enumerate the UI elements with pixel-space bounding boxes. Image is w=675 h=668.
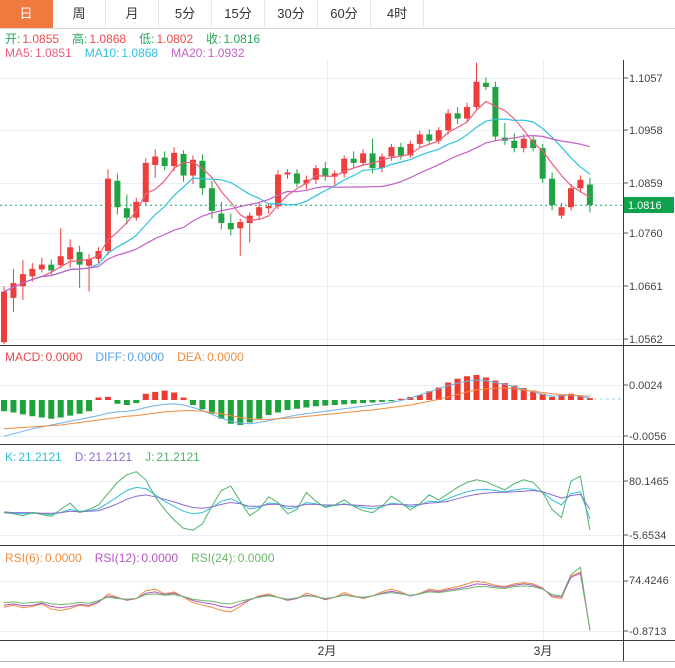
- rsi6-value: 0.0000: [45, 551, 82, 565]
- tab-15min[interactable]: 15分: [212, 0, 265, 28]
- chart-canvas[interactable]: 1.1057 1.0958 1.0859 1.0760 1.0661 1.056…: [0, 0, 675, 668]
- macd-readout: MACD:0.0000 DIFF:0.0000 DEA:0.0000: [5, 350, 246, 364]
- rsi24-value: 0.0000: [238, 551, 275, 565]
- main-y-tick-3: 1.0760: [629, 228, 663, 240]
- dea-label: DEA:: [177, 350, 205, 364]
- low-value: 1.0802: [156, 32, 193, 46]
- macd-y-tick-0: 0.0024: [629, 380, 663, 392]
- ma5-label: MA5:: [5, 46, 33, 60]
- tab-5min[interactable]: 5分: [159, 0, 212, 28]
- k-value: 21.2121: [18, 450, 61, 464]
- tab-week[interactable]: 周: [53, 0, 106, 28]
- main-y-tick-0: 1.1057: [629, 73, 663, 85]
- main-y-tick-5: 1.0562: [629, 334, 663, 346]
- k-label: K:: [5, 450, 16, 464]
- close-label: 收:: [206, 32, 221, 46]
- open-value: 1.0855: [22, 32, 59, 46]
- tab-4hour[interactable]: 4时: [371, 0, 424, 28]
- close-value: 1.0816: [223, 32, 260, 46]
- kdj-y-tick-1: -5.6534: [629, 530, 666, 542]
- tab-day[interactable]: 日: [0, 0, 53, 28]
- high-label: 高:: [72, 32, 87, 46]
- rsi-y-tick-0: 74.4246: [629, 575, 669, 587]
- rsi12-label: RSI(12):: [95, 551, 140, 565]
- timeframe-tabbar: 日 周 月 5分 15分 30分 60分 4时: [0, 0, 675, 29]
- ma10-label: MA10:: [85, 46, 120, 60]
- last-price-tag-text: 1.0816: [628, 200, 662, 212]
- d-value: 21.2121: [89, 450, 132, 464]
- ma5-value: 1.0851: [35, 46, 72, 60]
- dea-value: 0.0000: [207, 350, 244, 364]
- ma-readout: MA5:1.0851 MA10:1.0868 MA20:1.0932: [5, 46, 247, 60]
- rsi24-label: RSI(24):: [191, 551, 236, 565]
- kdj-y-tick-0: 80.1465: [629, 476, 669, 488]
- low-label: 低:: [139, 32, 154, 46]
- tab-month[interactable]: 月: [106, 0, 159, 28]
- rsi-readout: RSI(6):0.0000 RSI(12):0.0000 RSI(24):0.0…: [5, 551, 277, 565]
- d-label: D:: [75, 450, 87, 464]
- diff-value: 0.0000: [127, 350, 164, 364]
- macd-value: 0.0000: [46, 350, 83, 364]
- rsi12-value: 0.0000: [141, 551, 178, 565]
- ma10-value: 1.0868: [121, 46, 158, 60]
- kdj-readout: K:21.2121 D:21.2121 J:21.2121: [5, 450, 202, 464]
- x-axis-label-feb: 2月: [318, 644, 337, 658]
- main-y-tick-2: 1.0859: [629, 178, 663, 190]
- macd-label: MACD:: [5, 350, 44, 364]
- rsi6-label: RSI(6):: [5, 551, 43, 565]
- ohlc-readout: 开:1.0855 高:1.0868 低:1.0802 收:1.0816: [5, 32, 262, 46]
- high-value: 1.0868: [89, 32, 126, 46]
- main-y-tick-1: 1.0958: [629, 125, 663, 137]
- j-label: J:: [145, 450, 154, 464]
- trading-chart-app: 日 周 月 5分 15分 30分 60分 4时 开:1.0855 高:1.086…: [0, 0, 675, 668]
- ma20-label: MA20:: [171, 46, 206, 60]
- x-axis-label-mar: 3月: [534, 644, 553, 658]
- diff-label: DIFF:: [95, 350, 125, 364]
- rsi-y-tick-1: -0.8713: [629, 626, 666, 638]
- open-label: 开:: [5, 32, 20, 46]
- macd-y-tick-1: -0.0056: [629, 431, 666, 443]
- tab-60min[interactable]: 60分: [318, 0, 371, 28]
- tab-30min[interactable]: 30分: [265, 0, 318, 28]
- main-y-tick-4: 1.0661: [629, 281, 663, 293]
- ma20-value: 1.0932: [208, 46, 245, 60]
- j-value: 21.2121: [156, 450, 199, 464]
